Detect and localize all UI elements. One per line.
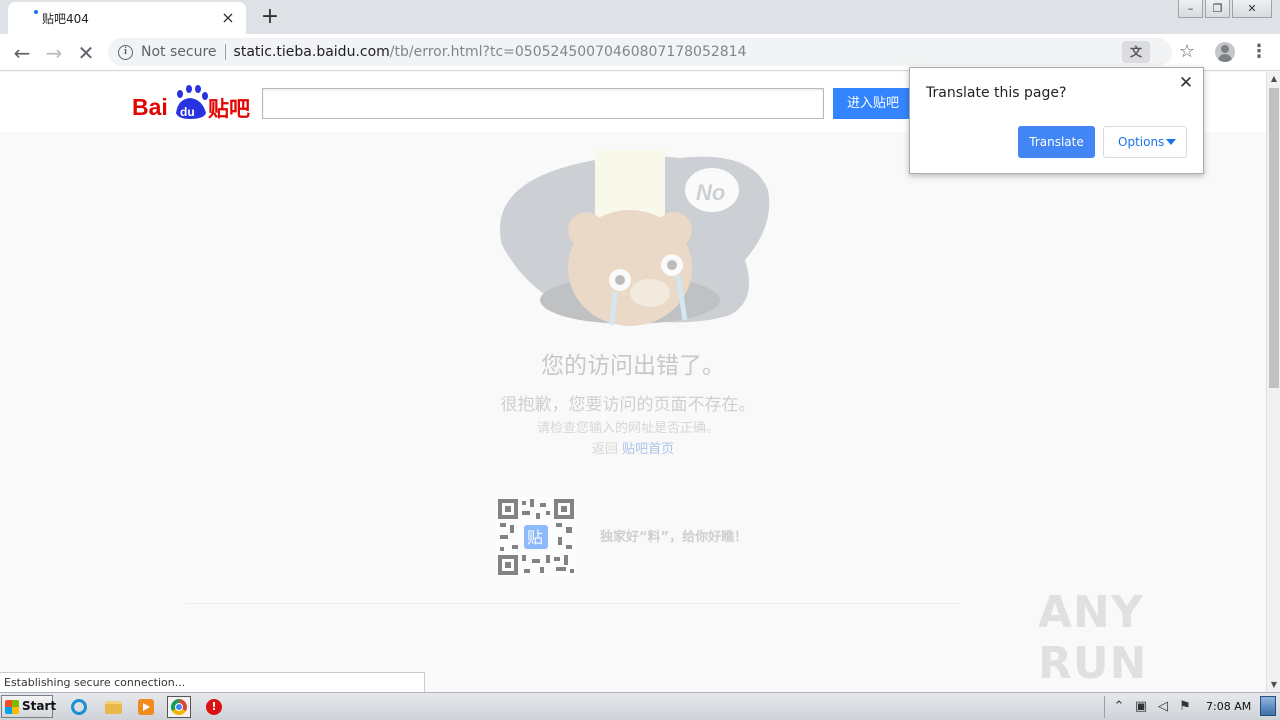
tab-strip: 贴吧404 × + – ❐ ✕ — [0, 0, 1280, 34]
chrome-icon — [171, 699, 187, 715]
tab-title: 贴吧404 — [42, 11, 89, 26]
enter-tieba-button[interactable]: 进入贴吧 — [833, 88, 913, 119]
back-button[interactable]: ← — [9, 40, 35, 66]
qr-badge: 贴 — [527, 528, 543, 547]
error-hint: 请检查您输入的网址是否正确。 — [536, 421, 719, 436]
options-button[interactable]: Options — [1103, 126, 1187, 158]
tab-active[interactable]: 贴吧404 × — [8, 2, 246, 34]
stop-loading-button[interactable]: ✕ — [73, 40, 99, 66]
svg-text:Bai: Bai — [132, 94, 168, 120]
back-line: 返回 贴吧首页 — [0, 438, 1266, 457]
translate-icon[interactable]: 文 — [1122, 41, 1150, 63]
anyrun-watermark: ANY RUN — [1038, 587, 1148, 689]
close-icon[interactable]: ✕ — [1177, 74, 1195, 92]
bookmark-star-icon[interactable]: ☆ — [1176, 40, 1198, 64]
network-icon[interactable]: ▣ — [1133, 699, 1149, 715]
system-tray: ⌃ ▣ ◁ ⚑ — [1104, 695, 1193, 719]
security-label[interactable]: Not secure — [141, 44, 217, 60]
scroll-thumb[interactable] — [1269, 88, 1279, 388]
volume-icon[interactable]: ◁ — [1155, 699, 1171, 715]
sad-bear-illustration: No — [500, 150, 770, 326]
stop-sign-icon: ! — [206, 699, 222, 715]
media-player-icon — [138, 699, 154, 715]
folder-icon — [104, 700, 122, 714]
taskbar-media-player[interactable] — [134, 696, 158, 718]
back-prefix: 返回 — [591, 442, 618, 457]
status-bar: Establishing secure connection... — [0, 672, 425, 692]
svg-text:贴吧: 贴吧 — [208, 97, 250, 121]
taskbar-ie[interactable] — [67, 696, 91, 718]
tab-close-icon[interactable]: × — [220, 10, 236, 26]
start-label: Start — [22, 699, 57, 713]
tray-expand-icon[interactable]: ⌃ — [1111, 699, 1127, 715]
forward-button[interactable]: → — [41, 40, 67, 66]
taskbar-chrome[interactable] — [167, 696, 191, 718]
error-title: 您的访问出错了。 — [541, 353, 725, 379]
internet-explorer-icon — [71, 699, 87, 715]
profile-avatar[interactable] — [1215, 42, 1235, 62]
qr-code: 贴 — [496, 497, 576, 577]
menu-kebab-icon[interactable]: ⋮ — [1250, 40, 1268, 64]
close-window-button[interactable]: ✕ — [1232, 0, 1272, 18]
footer-divider — [185, 603, 960, 604]
caret-down-icon — [1166, 139, 1176, 145]
baidu-tieba-logo[interactable]: Bai du 贴吧 — [132, 81, 252, 121]
no-bubble-text: No — [696, 180, 725, 205]
qr-caption: 独家好“料”，给你好瞧！ — [600, 530, 748, 545]
tray-separator — [1104, 696, 1105, 718]
info-icon[interactable]: i — [118, 44, 133, 60]
window-controls: – ❐ ✕ — [1178, 0, 1272, 18]
scroll-down-arrow-icon[interactable]: ▼ — [1267, 678, 1280, 692]
taskbar-explorer[interactable] — [101, 696, 125, 718]
start-button[interactable]: Start — [1, 695, 57, 718]
new-tab-button[interactable]: + — [258, 5, 282, 29]
windows-taskbar: Start ! ⌃ ▣ ◁ ⚑ 7:08 AM — [0, 692, 1280, 720]
restore-button[interactable]: ❐ — [1205, 0, 1230, 18]
scroll-up-arrow-icon[interactable]: ▲ — [1267, 72, 1280, 86]
url-path[interactable]: /tb/error.html?tc=0505245007046080717805… — [390, 44, 747, 60]
translate-button[interactable]: Translate — [1018, 126, 1095, 158]
address-bar[interactable]: i Not secure static.tieba.baidu.com /tb/… — [108, 38, 1172, 66]
options-label: Options — [1118, 135, 1165, 149]
translate-popup: Translate this page? ✕ Translate Options — [909, 67, 1204, 174]
windows-logo-icon — [5, 700, 19, 714]
url-host[interactable]: static.tieba.baidu.com — [234, 44, 390, 60]
action-center-flag-icon[interactable]: ⚑ — [1177, 699, 1193, 715]
search-input[interactable] — [262, 88, 824, 119]
taskbar-stop-app[interactable]: ! — [202, 696, 226, 718]
svg-text:du: du — [180, 105, 195, 119]
loading-spinner-icon — [34, 10, 38, 14]
error-subtitle: 很抱歉，您要访问的页面不存在。 — [500, 395, 756, 415]
taskbar-clock[interactable]: 7:08 AM — [1206, 693, 1251, 720]
tieba-home-link[interactable]: 贴吧首页 — [622, 442, 674, 457]
translate-popup-title: Translate this page? — [926, 85, 1067, 101]
minimize-button[interactable]: – — [1178, 0, 1203, 18]
show-desktop-button[interactable] — [1260, 696, 1276, 716]
page-scrollbar[interactable]: ▲ ▼ — [1266, 72, 1280, 692]
browser-toolbar: ← → ✕ i Not secure static.tieba.baidu.co… — [0, 34, 1280, 71]
separator — [224, 44, 226, 60]
